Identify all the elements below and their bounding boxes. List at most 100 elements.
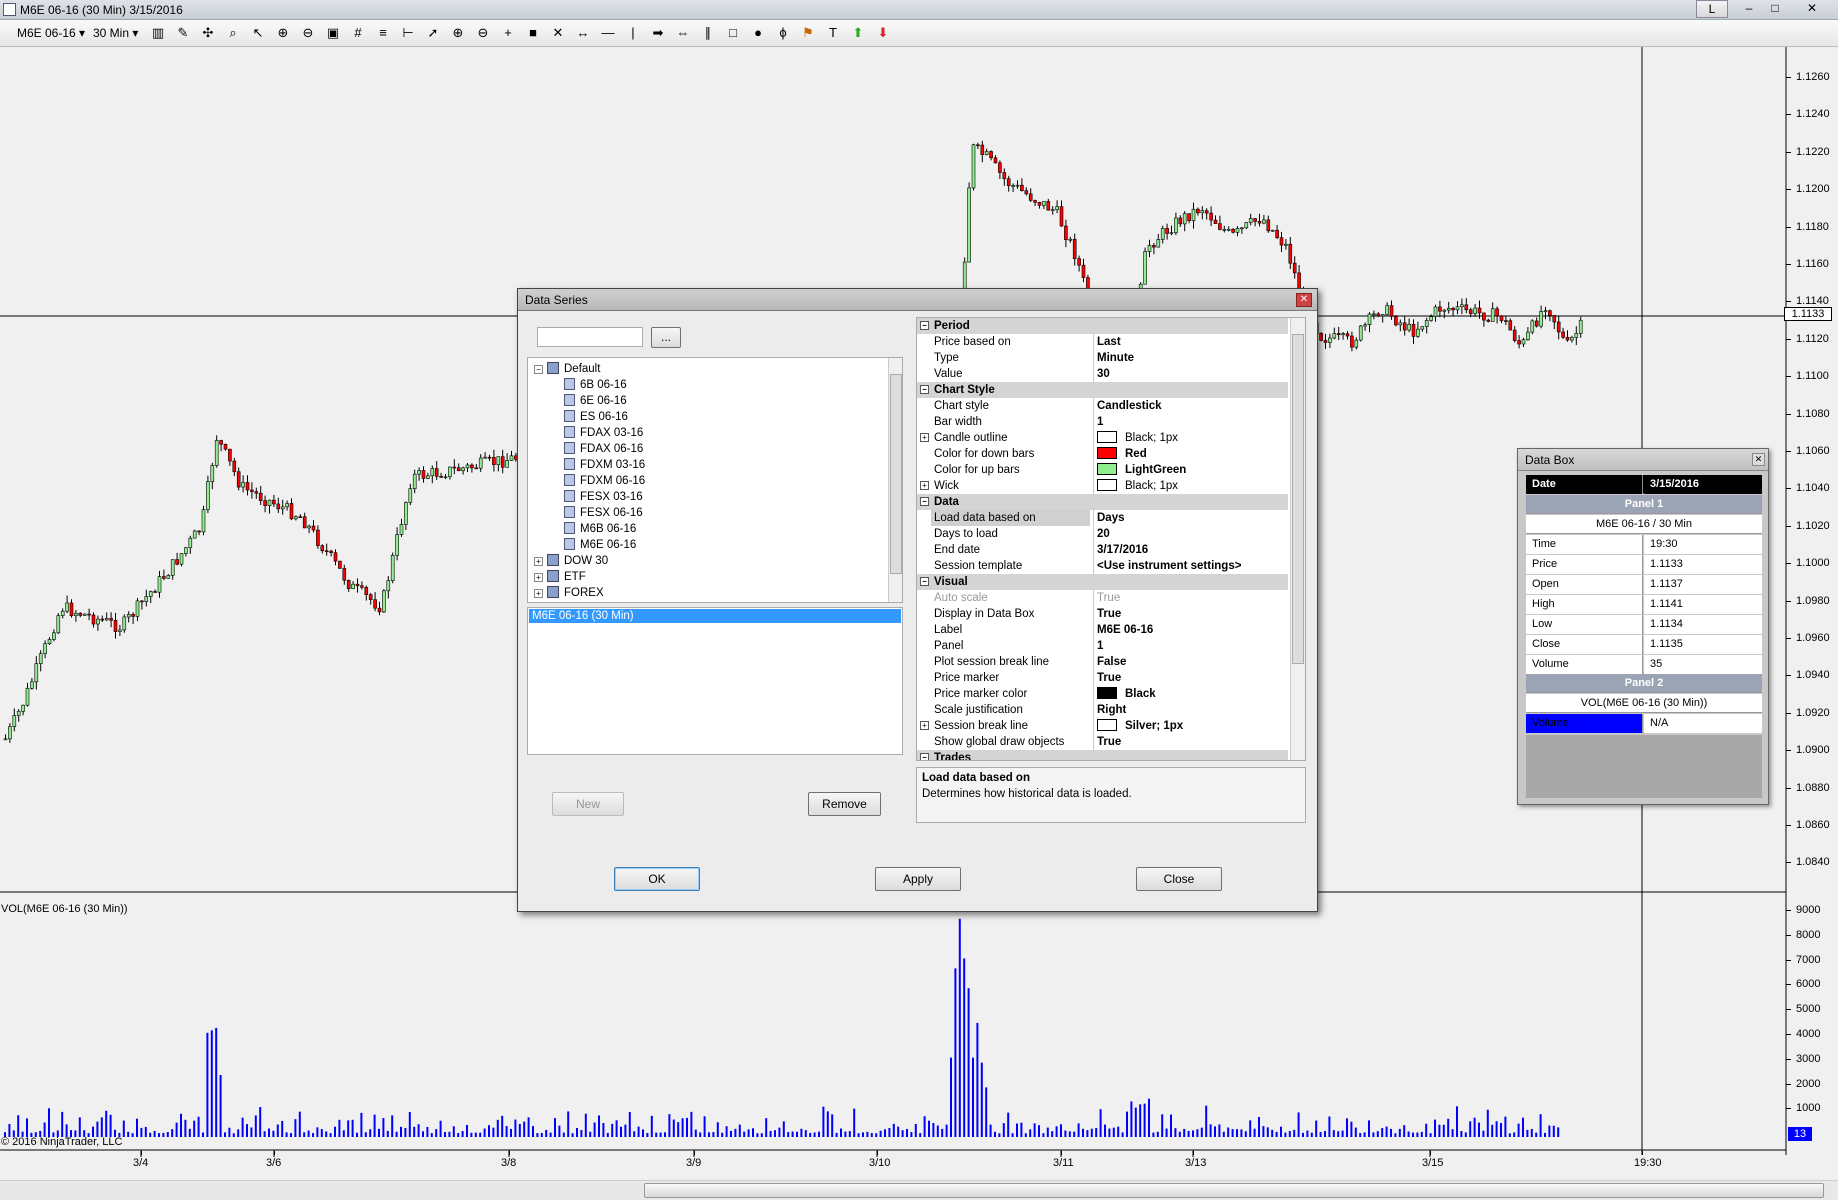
dialog-close-icon[interactable]: ✕ — [1296, 293, 1312, 307]
property-value[interactable]: True — [1097, 734, 1121, 750]
zoom-in-icon[interactable]: ⊕ — [275, 25, 291, 41]
arrow-left-right-icon[interactable]: ↔ — [575, 25, 591, 41]
property-row[interactable]: Load data based on Days — [917, 510, 1288, 526]
property-row[interactable]: + Candle outline Black; 1px — [917, 430, 1288, 446]
property-value[interactable]: 3/17/2016 — [1097, 542, 1148, 558]
arrow-both-icon[interactable]: ⇔ — [675, 25, 691, 41]
property-category[interactable]: − Trades — [917, 750, 1288, 760]
ok-button[interactable]: OK — [614, 867, 700, 891]
tree-node-group[interactable]: +IRA — [534, 601, 583, 602]
save-icon[interactable]: ▣ — [325, 25, 341, 41]
property-row[interactable]: Price marker True — [917, 670, 1288, 686]
property-row[interactable]: End date 3/17/2016 — [917, 542, 1288, 558]
add-icon[interactable]: ⊕ — [450, 25, 466, 41]
instrument-selector[interactable]: M6E 06-16 ▾ — [17, 26, 85, 40]
property-value[interactable]: Last — [1097, 334, 1121, 350]
property-value[interactable]: True — [1097, 670, 1121, 686]
property-value[interactable]: Black — [1097, 686, 1156, 702]
instrument-tree[interactable]: − Default 6B 06-16 6E 06-16 ES 06-16 FDAX 03-… — [527, 357, 903, 603]
new-button[interactable]: New — [552, 792, 624, 816]
property-row[interactable]: Value 30 — [917, 366, 1288, 382]
close-window-button[interactable]: ✕ — [1790, 0, 1834, 18]
tree-node-default[interactable]: − Default — [534, 361, 600, 377]
plus-icon[interactable]: + — [500, 25, 516, 41]
property-value[interactable]: 20 — [1097, 526, 1110, 542]
zoom-out-icon[interactable]: ⊖ — [300, 25, 316, 41]
arrow-right-icon[interactable]: ➡ — [650, 25, 666, 41]
tree-node-group[interactable]: + DOW 30 — [534, 553, 608, 569]
property-grid[interactable]: − Period Price based on Last Type Minute Value… — [916, 317, 1306, 761]
close-button[interactable]: Close — [1136, 867, 1222, 891]
property-row[interactable]: Chart style Candlestick — [917, 398, 1288, 414]
crosshair-tool-icon[interactable]: ✣ — [200, 25, 216, 41]
property-row[interactable]: Panel 1 — [917, 638, 1288, 654]
text-icon[interactable]: T — [825, 25, 841, 41]
tree-scrollbar[interactable] — [888, 358, 902, 602]
link-button[interactable]: L — [1696, 0, 1728, 18]
property-value[interactable]: 30 — [1097, 366, 1110, 382]
magnify-icon[interactable]: ⌕ — [225, 25, 241, 41]
property-row[interactable]: Bar width 1 — [917, 414, 1288, 430]
arrow-up-icon[interactable]: ⬆ — [850, 25, 866, 41]
property-row[interactable]: Price marker color Black — [917, 686, 1288, 702]
property-value[interactable]: 1 — [1097, 414, 1103, 430]
expand-icon[interactable]: + — [920, 433, 929, 442]
property-value[interactable]: False — [1097, 654, 1126, 670]
property-row[interactable]: Color for up bars LightGreen — [917, 462, 1288, 478]
property-row[interactable]: Scale justification Right — [917, 702, 1288, 718]
series-list[interactable]: M6E 06-16 (30 Min) — [527, 607, 903, 755]
property-category[interactable]: − Data — [917, 494, 1288, 510]
property-category[interactable]: − Visual — [917, 574, 1288, 590]
ruler-icon[interactable]: ⊢ — [400, 25, 416, 41]
property-category[interactable]: − Chart Style — [917, 382, 1288, 398]
property-value[interactable]: Black; 1px — [1097, 430, 1178, 446]
line-horizontal-icon[interactable]: ≡ — [375, 25, 391, 41]
property-value[interactable]: M6E 06-16 — [1097, 622, 1153, 638]
tree-node-instrument[interactable]: FDAX 03-16 — [564, 425, 643, 441]
property-scroll-thumb[interactable] — [1292, 334, 1304, 664]
property-row[interactable]: Display in Data Box True — [917, 606, 1288, 622]
remove-icon[interactable]: ⊖ — [475, 25, 491, 41]
flag-icon[interactable]: ⚑ — [800, 25, 816, 41]
cursor-icon[interactable]: ↖ — [250, 25, 266, 41]
rect-icon[interactable]: □ — [725, 25, 741, 41]
tree-scroll-thumb[interactable] — [890, 374, 902, 574]
property-value[interactable]: Candlestick — [1097, 398, 1162, 414]
property-value[interactable]: Right — [1097, 702, 1126, 718]
tree-node-instrument[interactable]: FESX 03-16 — [564, 489, 643, 505]
vline-icon[interactable]: | — [625, 25, 641, 41]
chart-scrollbar[interactable] — [0, 1180, 1838, 1200]
property-row[interactable]: Price based on Last — [917, 334, 1288, 350]
remove-button[interactable]: Remove — [808, 792, 881, 816]
square-icon[interactable]: ■ — [525, 25, 541, 41]
fib-icon[interactable]: ϕ — [775, 25, 791, 41]
property-value[interactable]: <Use instrument settings> — [1097, 558, 1241, 574]
property-value[interactable]: Black; 1px — [1097, 478, 1178, 494]
tree-node-instrument[interactable]: FDXM 06-16 — [564, 473, 645, 489]
tree-node-instrument[interactable]: M6B 06-16 — [564, 521, 636, 537]
property-row[interactable]: Type Minute — [917, 350, 1288, 366]
property-row[interactable]: Color for down bars Red — [917, 446, 1288, 462]
tree-node-instrument[interactable]: ES 06-16 — [564, 409, 628, 425]
date-axis[interactable]: 3/4 3/6 3/8 3/9 3/10 3/11 3/13 3/15 19:30 — [0, 1151, 1786, 1175]
series-list-item[interactable]: M6E 06-16 (30 Min) — [529, 609, 901, 623]
property-value[interactable]: Minute — [1097, 350, 1134, 366]
expand-icon[interactable]: + — [920, 721, 929, 730]
property-row[interactable]: Label M6E 06-16 — [917, 622, 1288, 638]
property-value[interactable]: 1 — [1097, 638, 1103, 654]
volume-axis[interactable]: 9000 8000 7000 6000 5000 4000 3000 2000 1000 — [1786, 47, 1838, 1183]
browse-button[interactable]: ... — [651, 327, 681, 348]
parallel-icon[interactable]: ∥ — [700, 25, 716, 41]
property-row[interactable]: Session template <Use instrument settings… — [917, 558, 1288, 574]
apply-button[interactable]: Apply — [875, 867, 961, 891]
circle-icon[interactable]: ● — [750, 25, 766, 41]
data-box-close-icon[interactable]: ✕ — [1752, 453, 1765, 466]
property-value[interactable]: Silver; 1px — [1097, 718, 1183, 734]
tree-node-group[interactable]: + ETF — [534, 569, 586, 585]
tree-node-instrument[interactable]: FDXM 03-16 — [564, 457, 645, 473]
tree-node-group[interactable]: + FOREX — [534, 585, 604, 601]
hash-icon[interactable]: # — [350, 25, 366, 41]
expand-icon[interactable]: + — [920, 481, 929, 490]
instrument-search-input[interactable] — [537, 327, 643, 347]
property-row[interactable]: Auto scale True — [917, 590, 1288, 606]
